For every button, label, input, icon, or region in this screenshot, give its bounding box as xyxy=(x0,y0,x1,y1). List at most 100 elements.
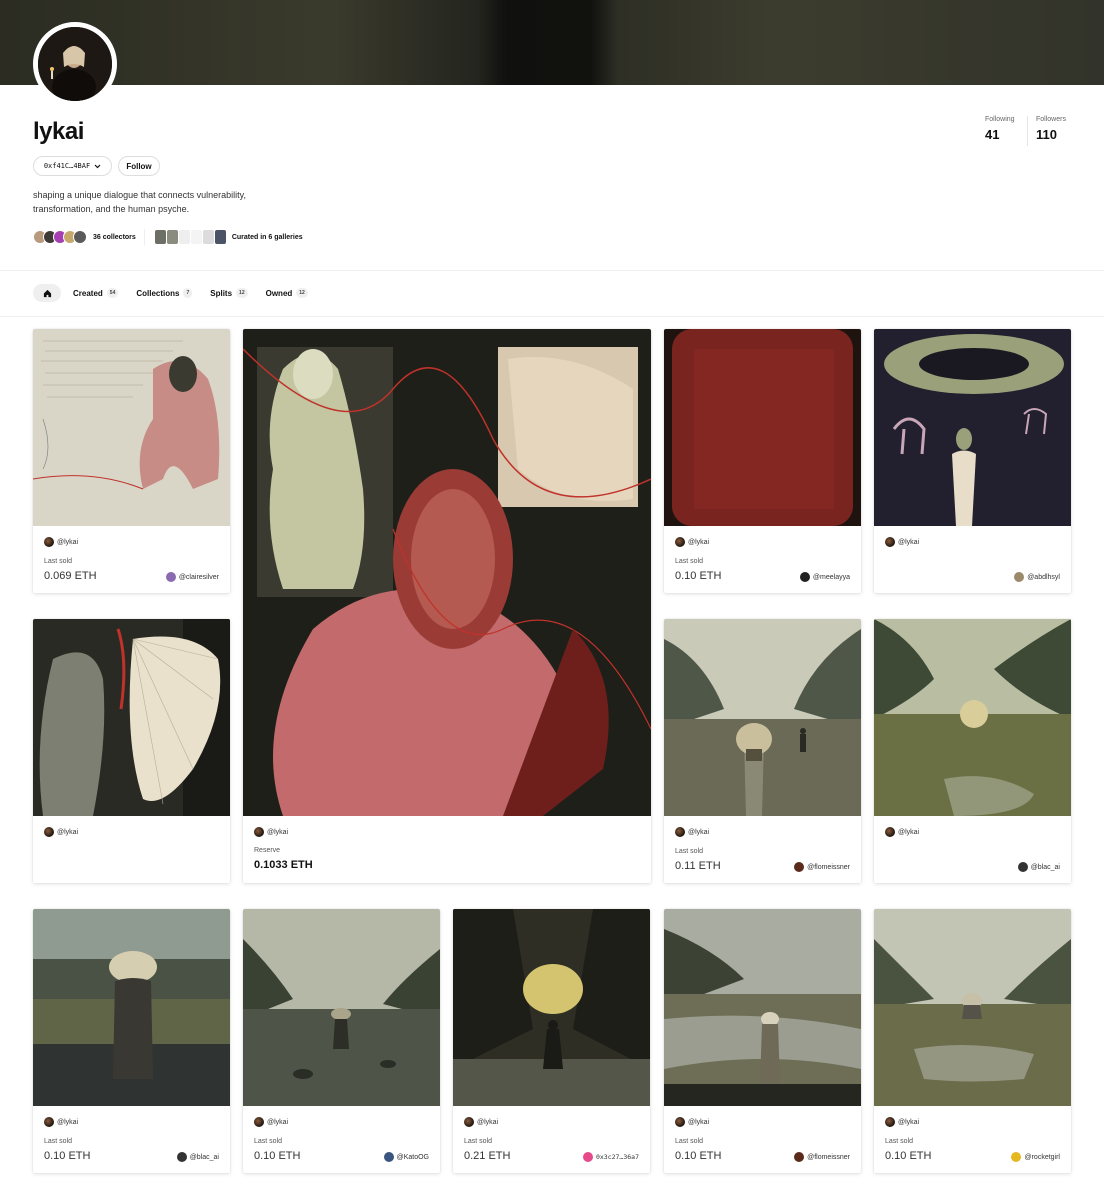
galleries-count[interactable]: Curated in 6 galleries xyxy=(232,234,303,241)
artwork-image xyxy=(664,909,861,1106)
sale-label: Last sold xyxy=(675,558,704,565)
creator-link[interactable]: @lykai xyxy=(675,1117,709,1127)
tab-splits[interactable]: Splits 12 xyxy=(210,288,248,298)
collectors-avatars[interactable] xyxy=(33,230,87,244)
owner-link[interactable]: @clairesilver xyxy=(165,572,219,582)
sale-label: Last sold xyxy=(44,558,73,565)
creator-avatar xyxy=(675,1117,685,1127)
artwork-card[interactable]: @lykai Last sold 0.11 ETH @flomeissner xyxy=(664,619,861,883)
tab-collections[interactable]: Collections 7 xyxy=(136,288,193,298)
tab-home[interactable] xyxy=(33,284,61,302)
creator-avatar xyxy=(44,537,54,547)
gallery-thumbnails[interactable] xyxy=(154,230,226,244)
follow-button[interactable]: Follow xyxy=(118,156,160,176)
artwork-card[interactable]: @lykai Last sold 0.10 ETH @blac_ai xyxy=(33,909,230,1173)
owner-link[interactable]: @flomeissner xyxy=(794,1152,850,1162)
owner-handle: @flomeissner xyxy=(807,1153,850,1161)
tab-created[interactable]: Created 54 xyxy=(73,288,119,298)
artwork-image xyxy=(243,329,651,816)
creator-avatar xyxy=(885,827,895,837)
owner-avatar xyxy=(165,572,176,582)
creator-link[interactable]: @lykai xyxy=(675,827,709,837)
artwork-card-featured[interactable]: @lykai Reserve 0.1033 ETH xyxy=(243,329,651,883)
collectors-count[interactable]: 36 collectors xyxy=(93,234,136,241)
price: 0.11 ETH xyxy=(675,860,721,872)
artwork-card[interactable]: @lykai xyxy=(33,619,230,883)
artwork-card[interactable]: @lykai @abdlhsyl xyxy=(874,329,1071,593)
price: 0.10 ETH xyxy=(254,1150,301,1162)
followers-stat[interactable]: Followers 110 xyxy=(1036,116,1066,142)
artwork-card[interactable]: @lykai Last sold 0.21 ETH 0x3c27…36a7 xyxy=(453,909,650,1173)
owner-avatar xyxy=(176,1152,187,1162)
owner-handle: @meelayya xyxy=(812,573,850,581)
owner-link[interactable]: @flomeissner xyxy=(794,862,850,872)
profile-username: lykai xyxy=(33,118,84,145)
creator-link[interactable]: @lykai xyxy=(885,1117,919,1127)
creator-avatar xyxy=(464,1117,474,1127)
gallery-thumb xyxy=(202,230,214,244)
following-stat[interactable]: Following 41 xyxy=(985,116,1015,142)
price: 0.10 ETH xyxy=(675,1150,722,1162)
creator-link[interactable]: @lykai xyxy=(675,537,709,547)
owner-link[interactable]: @KatoOG xyxy=(383,1152,429,1162)
creator-handle: @lykai xyxy=(898,1118,920,1126)
creator-link[interactable]: @lykai xyxy=(44,1117,78,1127)
artwork-card[interactable]: @lykai Last sold 0.10 ETH @KatoOG xyxy=(243,909,440,1173)
creator-handle: @lykai xyxy=(688,828,710,836)
creator-link[interactable]: @lykai xyxy=(254,1117,288,1127)
creator-avatar xyxy=(254,1117,264,1127)
artwork-card[interactable]: @lykai Last sold 0.10 ETH @flomeissner xyxy=(664,909,861,1173)
price: 0.21 ETH xyxy=(464,1150,511,1162)
creator-link[interactable]: @lykai xyxy=(254,827,288,837)
creator-handle: @lykai xyxy=(57,1118,79,1126)
owner-avatar xyxy=(1017,862,1028,872)
price: 0.10 ETH xyxy=(675,570,722,582)
creator-avatar xyxy=(885,1117,895,1127)
artwork-image xyxy=(453,909,650,1106)
owner-handle: @blac_ai xyxy=(189,1153,219,1161)
tab-owned[interactable]: Owned 12 xyxy=(266,288,308,298)
gallery-thumb xyxy=(190,230,202,244)
owner-handle: @KatoOG xyxy=(396,1153,429,1161)
profile-tabs: Created 54 Collections 7 Splits 12 Owned… xyxy=(33,284,326,302)
creator-link[interactable]: @lykai xyxy=(885,537,919,547)
creator-handle: @lykai xyxy=(898,538,920,546)
creator-handle: @lykai xyxy=(57,828,79,836)
profile-avatar[interactable] xyxy=(33,22,117,106)
owner-handle: @abdlhsyl xyxy=(1027,573,1060,581)
owner-handle: @clairesilver xyxy=(178,573,219,581)
artwork-card[interactable]: @lykai Last sold 0.10 ETH @rocketgirl xyxy=(874,909,1071,1173)
price: 0.10 ETH xyxy=(44,1150,91,1162)
owner-link[interactable]: @abdlhsyl xyxy=(1014,572,1060,582)
wallet-address-button[interactable]: 0xf41C…4BAF xyxy=(33,156,112,176)
creator-handle: @lykai xyxy=(688,538,710,546)
owner-link[interactable]: @meelayya xyxy=(799,572,850,582)
creator-link[interactable]: @lykai xyxy=(44,537,78,547)
artwork-card[interactable]: @lykai Last sold 0.10 ETH @meelayya xyxy=(664,329,861,593)
gallery-thumb xyxy=(154,230,166,244)
owner-link[interactable]: 0x3c27…36a7 xyxy=(582,1152,639,1162)
gallery-thumb xyxy=(214,230,226,244)
owner-link[interactable]: @rocketgirl xyxy=(1011,1152,1060,1162)
owner-link[interactable]: @blac_ai xyxy=(176,1152,219,1162)
owner-avatar xyxy=(1011,1152,1022,1162)
tab-count: 12 xyxy=(296,288,308,298)
creator-link[interactable]: @lykai xyxy=(44,827,78,837)
artwork-image xyxy=(874,619,1071,816)
tab-count: 12 xyxy=(236,288,248,298)
creator-link[interactable]: @lykai xyxy=(464,1117,498,1127)
creator-link[interactable]: @lykai xyxy=(885,827,919,837)
price: 0.1033 ETH xyxy=(254,859,313,871)
chevron-down-icon xyxy=(94,164,101,168)
owner-link[interactable]: @blac_ai xyxy=(1017,862,1060,872)
creator-avatar xyxy=(254,827,264,837)
sale-label: Last sold xyxy=(675,1138,704,1145)
artwork-image xyxy=(874,329,1071,526)
artwork-card[interactable]: @lykai @blac_ai xyxy=(874,619,1071,883)
tab-count: 54 xyxy=(106,288,119,298)
creator-handle: @lykai xyxy=(267,828,289,836)
artwork-image xyxy=(874,909,1071,1106)
sale-label: Last sold xyxy=(885,1138,914,1145)
artwork-image xyxy=(243,909,440,1106)
artwork-card[interactable]: @lykai Last sold 0.069 ETH @clairesilver xyxy=(33,329,230,593)
